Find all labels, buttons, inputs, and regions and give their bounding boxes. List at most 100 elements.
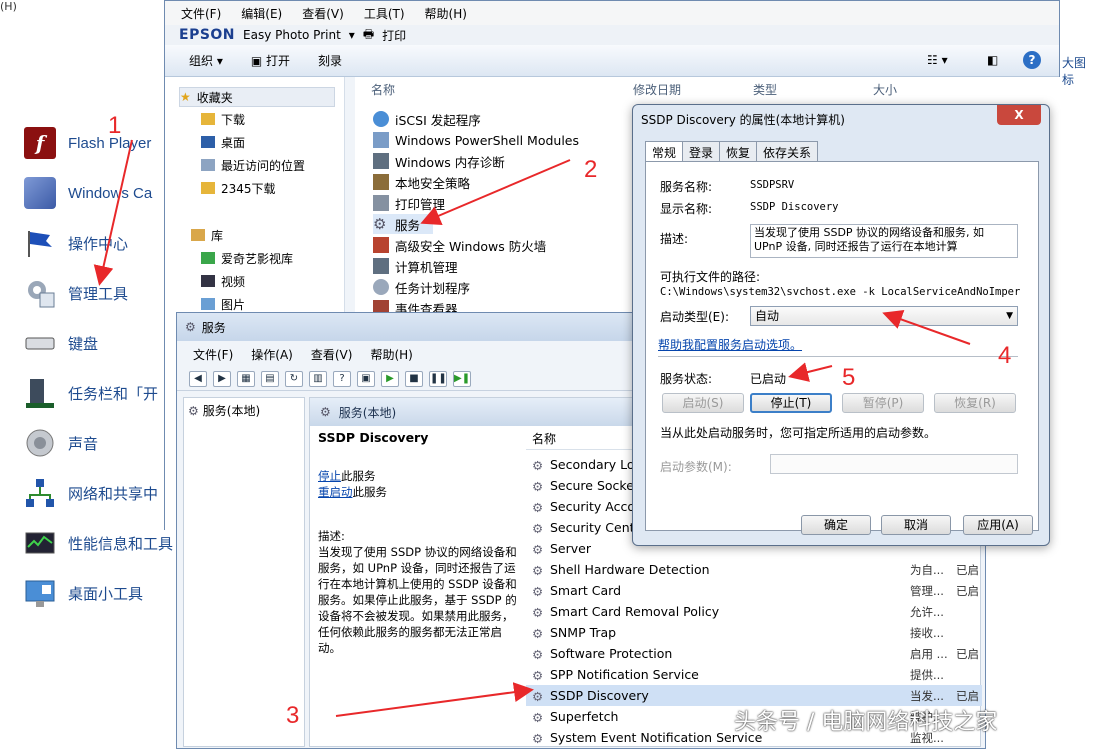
start-params-hint: 当从此处启动服务时，您可指定所适用的启动参数。 — [660, 426, 937, 440]
service-desc-cell: 管理... — [910, 583, 944, 598]
cp-item-sound[interactable]: 声音 — [24, 425, 98, 461]
file-item[interactable]: iSCSI 发起程序 — [373, 109, 481, 129]
nav-item-2345[interactable]: 2345下载 — [201, 178, 276, 198]
restart-service-icon[interactable]: ▶❚ — [453, 370, 471, 387]
file-item[interactable]: 高级安全 Windows 防火墙 — [373, 235, 546, 255]
properties-icon[interactable]: ▤ — [261, 370, 279, 387]
column-size[interactable]: 大小 — [873, 81, 897, 98]
column-name[interactable]: 名称 — [371, 81, 395, 98]
table-row[interactable]: ⚙ SNMP Trap 接收... — [526, 622, 982, 643]
table-row[interactable]: ⚙ SSDP Discovery 当发... 已启 — [526, 685, 982, 706]
column-type[interactable]: 类型 — [753, 81, 777, 98]
menu-help[interactable]: 帮助(H) — [425, 5, 467, 22]
help-icon[interactable]: ? — [333, 370, 351, 387]
ok-button[interactable]: 确定 — [801, 515, 871, 535]
menu-file[interactable]: 文件(F) — [193, 346, 233, 363]
cp-item-keyboard[interactable]: 键盘 — [24, 325, 98, 361]
show-hide-icon[interactable]: ▣ — [357, 370, 375, 387]
service-status-cell: 已启 — [956, 562, 979, 577]
tree-item-services-local[interactable]: ⚙ 服务(本地) — [188, 402, 260, 419]
file-item[interactable]: 任务计划程序 — [373, 277, 470, 297]
console-tree-icon[interactable]: ▦ — [237, 370, 255, 387]
file-item[interactable]: Windows 内存诊断 — [373, 151, 505, 171]
description-field[interactable]: 当发现了使用 SSDP 协议的网络设备和服务, 如 UPnP 设备, 同时还报告… — [750, 224, 1018, 258]
help-configure-link[interactable]: 帮助我配置服务启动选项。 — [658, 336, 802, 353]
annotation-3: 3 — [286, 702, 300, 729]
burn-button[interactable]: 刻录 — [318, 52, 342, 69]
menu-action[interactable]: 操作(A) — [251, 346, 293, 363]
table-row[interactable]: ⚙ Smart Card Removal Policy 允许... — [526, 601, 982, 622]
security-policy-icon — [373, 174, 389, 190]
cp-item-gadgets[interactable]: 桌面小工具 — [24, 575, 143, 611]
table-row[interactable]: ⚙ Software Protection 启用 ... 已启 — [526, 643, 982, 664]
nav-item-videos[interactable]: 视频 — [201, 271, 245, 291]
menu-edit[interactable]: 编辑(E) — [241, 5, 282, 22]
description-label: 描述: — [660, 232, 689, 246]
close-button[interactable]: X — [997, 105, 1041, 125]
print-button[interactable]: 打印 — [382, 27, 406, 44]
services-tree: ⚙ 服务(本地) — [183, 397, 305, 747]
view-options-icon[interactable]: ☷ ▾ — [927, 53, 948, 67]
cp-item-label: 管理工具 — [68, 285, 129, 303]
nav-item-iqiyi[interactable]: 爱奇艺影视库 — [201, 248, 293, 268]
nav-item-desktop[interactable]: 桌面 — [201, 132, 245, 152]
pause-service-icon[interactable]: ❚❚ — [429, 370, 447, 387]
nav-library[interactable]: 库 — [191, 225, 223, 245]
startup-type-select[interactable]: 自动 ▼ — [750, 306, 1018, 326]
menu-view[interactable]: 查看(V) — [302, 5, 344, 22]
print-management-icon — [373, 195, 389, 211]
stop-service-link[interactable]: 停止 — [318, 469, 341, 483]
cp-item-label: 性能信息和工具 — [68, 535, 174, 553]
menu-file[interactable]: 文件(F) — [181, 5, 221, 22]
start-params-input[interactable] — [770, 454, 1018, 474]
menu-tools[interactable]: 工具(T) — [364, 5, 405, 22]
menu-help[interactable]: 帮助(H) — [370, 346, 412, 363]
column-modified[interactable]: 修改日期 — [633, 81, 681, 98]
gear-icon: ⚙ — [320, 405, 331, 419]
help-icon[interactable]: ? — [1023, 51, 1041, 69]
file-item-services[interactable]: ⚙ 服务 — [373, 214, 433, 234]
menu-view[interactable]: 查看(V) — [311, 346, 353, 363]
start-button[interactable]: 启动(S) — [662, 393, 744, 413]
back-icon[interactable]: ◀ — [189, 370, 207, 387]
file-item[interactable]: Windows PowerShell Modules — [373, 130, 579, 150]
nav-favorites[interactable]: ★ 收藏夹 — [179, 87, 335, 107]
table-row[interactable]: ⚙ Shell Hardware Detection 为自... 已启 — [526, 559, 982, 580]
cp-item-windows-cardspace[interactable]: Windows Ca — [24, 175, 152, 211]
resume-button[interactable]: 恢复(R) — [934, 393, 1016, 413]
cancel-button[interactable]: 取消 — [881, 515, 951, 535]
stop-service-icon[interactable]: ■ — [405, 370, 423, 387]
organize-button[interactable]: 组织 ▾ — [189, 52, 223, 69]
cp-item-taskbar[interactable]: 任务栏和「开 — [24, 375, 158, 411]
restart-service-link[interactable]: 重启动 — [318, 485, 353, 499]
annotation-1: 1 — [108, 112, 122, 139]
nav-item-pictures[interactable]: 图片 — [201, 294, 245, 314]
nav-item-downloads[interactable]: 下载 — [201, 109, 245, 129]
table-row[interactable]: ⚙ Smart Card 管理... 已启 — [526, 580, 982, 601]
file-item[interactable]: 本地安全策略 — [373, 172, 470, 192]
refresh-icon[interactable]: ↻ — [285, 370, 303, 387]
nav-item-recent[interactable]: 最近访问的位置 — [201, 155, 305, 175]
easy-photo-print-button[interactable]: Easy Photo Print — [243, 28, 341, 42]
gear-icon: ⚙ — [532, 667, 544, 683]
file-item[interactable]: 计算机管理 — [373, 256, 458, 276]
table-row[interactable]: ⚙ SPP Notification Service 提供... — [526, 664, 982, 685]
view-large-icons-link[interactable]: 大图标 — [1062, 54, 1094, 88]
forward-icon[interactable]: ▶ — [213, 370, 231, 387]
pause-button[interactable]: 暂停(P) — [842, 393, 924, 413]
stop-button[interactable]: 停止(T) — [750, 393, 832, 413]
cp-item-action-center[interactable]: 操作中心 — [24, 225, 128, 261]
file-item[interactable]: 打印管理 — [373, 193, 445, 213]
cp-item-network[interactable]: 网络和共享中 — [24, 475, 158, 511]
cp-item-performance[interactable]: 性能信息和工具 — [24, 525, 173, 561]
export-icon[interactable]: ▥ — [309, 370, 327, 387]
service-properties-dialog: SSDP Discovery 的属性(本地计算机) X 常规 登录 恢复 依存关… — [632, 104, 1050, 546]
apply-button[interactable]: 应用(A) — [963, 515, 1033, 535]
cp-item-admin-tools[interactable]: 管理工具 — [24, 275, 128, 311]
chevron-down-icon[interactable]: ▾ — [349, 28, 355, 42]
preview-pane-icon[interactable]: ◧ — [987, 53, 998, 67]
description-label: 描述: — [318, 529, 345, 543]
open-button[interactable]: ▣ 打开 — [251, 52, 290, 69]
cp-item-flash-player[interactable]: f Flash Player — [24, 125, 151, 161]
start-service-icon[interactable]: ▶ — [381, 370, 399, 387]
